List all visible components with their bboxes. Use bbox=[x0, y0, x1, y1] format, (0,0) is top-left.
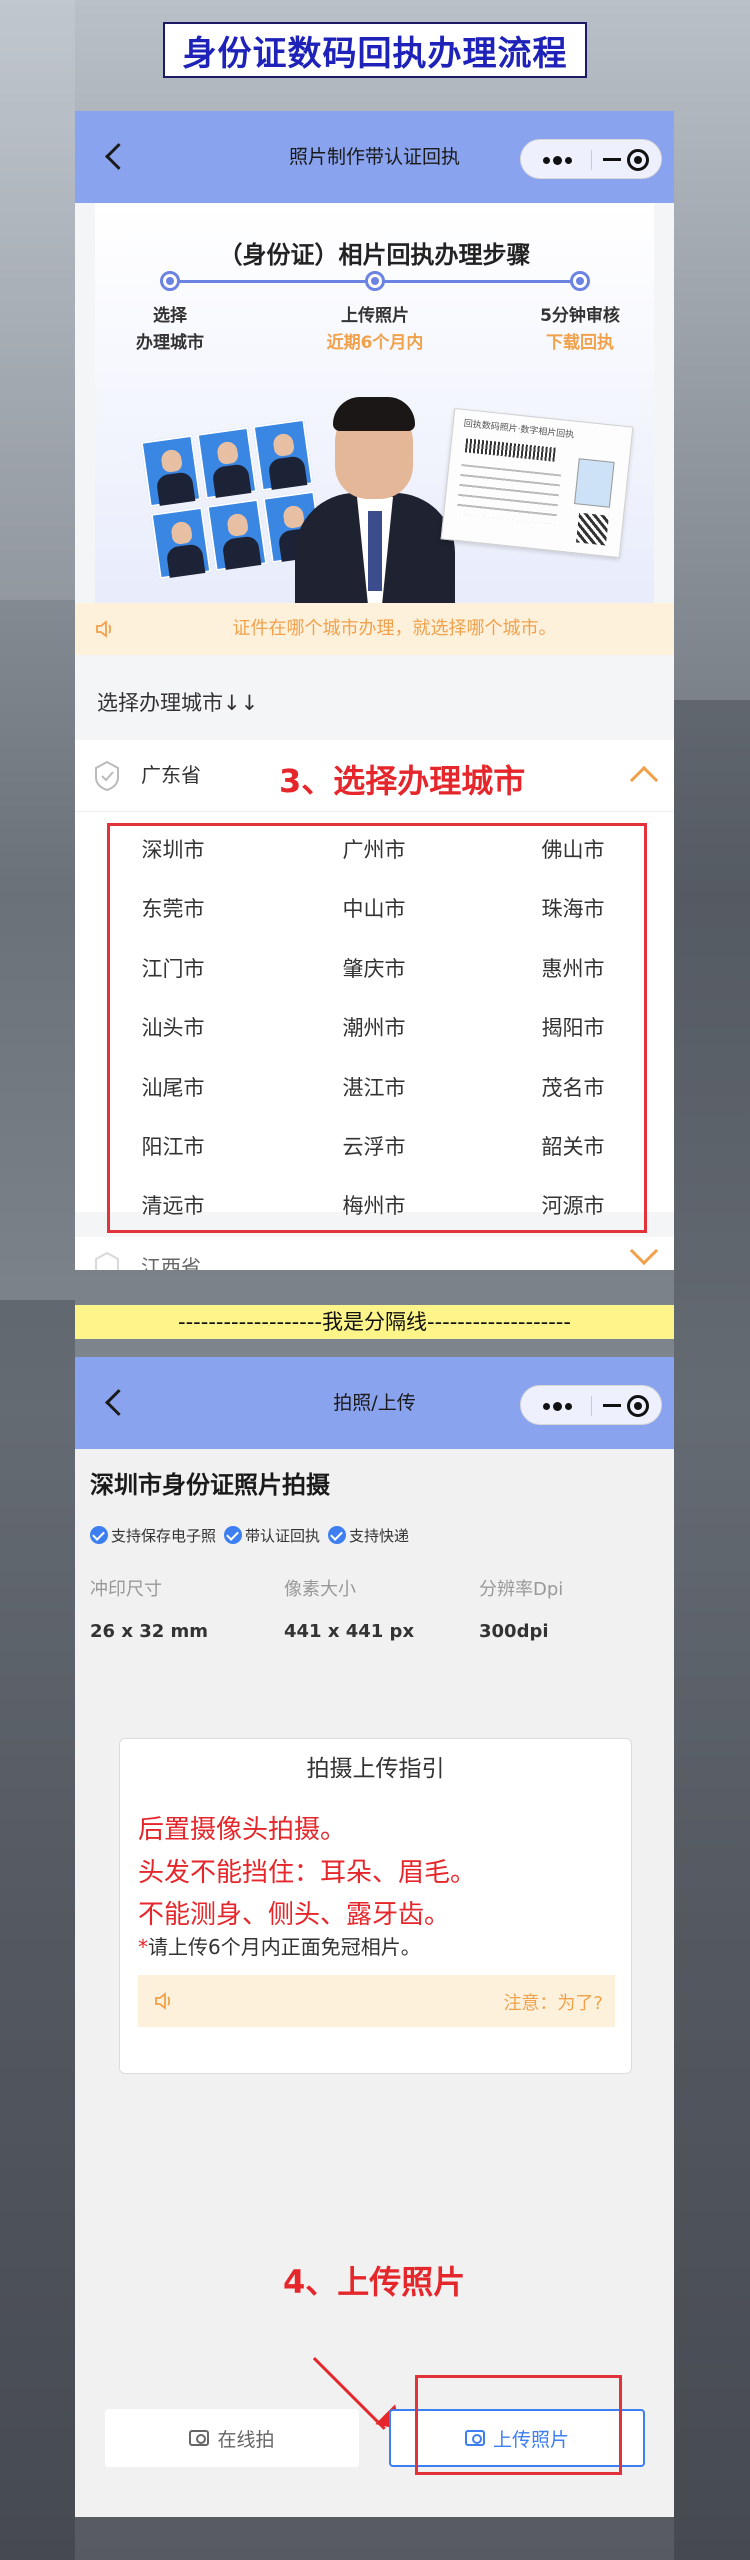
receipt-image: 回执数码照片·数字相片回执 bbox=[440, 407, 634, 559]
chevron-down-icon[interactable] bbox=[629, 1236, 659, 1266]
check-circle-icon bbox=[328, 1526, 347, 1544]
step-label: 选择 办理城市 bbox=[136, 306, 204, 353]
highlight-box-cities bbox=[107, 823, 647, 1233]
chevron-up-icon[interactable] bbox=[629, 765, 659, 795]
more-icon[interactable] bbox=[543, 1402, 572, 1411]
step-label: 5分钟审核 下载回执 bbox=[540, 306, 620, 353]
step-dot bbox=[160, 271, 180, 291]
page-title: 身份证数码回执办理流程 bbox=[163, 22, 587, 78]
minimize-icon[interactable] bbox=[603, 1404, 621, 1407]
guide-notice-text: 注意：为了? bbox=[503, 1993, 603, 2014]
guide-title: 拍摄上传指引 bbox=[306, 1756, 445, 1782]
guide-line: 头发不能挡住：耳朵、眉毛。 bbox=[138, 1858, 477, 1888]
minimize-icon[interactable] bbox=[603, 158, 621, 161]
nav-bar: 拍照/上传 bbox=[75, 1357, 674, 1449]
nav-bar: 照片制作带认证回执 bbox=[75, 111, 674, 203]
notice-text: 证件在哪个城市办理，就选择哪个城市。 bbox=[232, 618, 557, 639]
callout-step-4: 4、上传照片 bbox=[283, 2263, 466, 2301]
province-name: 广东省 bbox=[141, 763, 201, 787]
more-icon[interactable] bbox=[543, 156, 572, 165]
phone-screen-select-city: 照片制作带认证回执 （身份证）相片回执办理步骤 选择 办理城市 上传照片 近期6… bbox=[75, 111, 674, 1270]
steps-banner: （身份证）相片回执办理步骤 选择 办理城市 上传照片 近期6个月内 5分钟审核 … bbox=[95, 203, 654, 603]
sample-id-photos bbox=[140, 418, 324, 580]
phone-screen-upload: 拍照/上传 深圳市身份证照片拍摄 支持保存电子照 带认证回执 支持快递 冲印尺寸… bbox=[75, 1357, 674, 2517]
province-name: 江西省 bbox=[141, 1255, 201, 1270]
shield-check-icon bbox=[91, 1251, 123, 1270]
miniprogram-capsule bbox=[520, 139, 662, 179]
city-heading: 选择办理城市↓↓ bbox=[97, 691, 259, 715]
steps-title: （身份证）相片回执办理步骤 bbox=[218, 241, 531, 269]
shield-check-icon bbox=[91, 760, 123, 792]
guide-line: 不能测身、侧头、露牙齿。 bbox=[138, 1900, 451, 1930]
spec-pixel-size: 像素大小 441 x 441 px bbox=[284, 1579, 415, 1642]
background-mountain bbox=[0, 0, 75, 600]
photo-spec-title: 深圳市身份证照片拍摄 bbox=[90, 1471, 330, 1499]
close-target-icon[interactable] bbox=[627, 149, 649, 171]
check-circle-icon bbox=[90, 1526, 108, 1544]
close-target-icon[interactable] bbox=[627, 1395, 649, 1417]
step-dot bbox=[365, 271, 385, 291]
callout-step-3: 3、选择办理城市 bbox=[279, 762, 526, 800]
feature-badge: 支持快递 bbox=[328, 1523, 409, 1547]
background-building bbox=[674, 700, 750, 2560]
highlight-box-upload bbox=[415, 2375, 622, 2475]
shoot-online-button[interactable]: 在线拍 bbox=[105, 2409, 359, 2467]
spec-print-size: 冲印尺寸 26 x 32 mm bbox=[90, 1579, 209, 1642]
guide-notice-bar: 注意：为了? bbox=[138, 1975, 615, 2027]
camera-icon bbox=[189, 2430, 210, 2446]
miniprogram-capsule bbox=[520, 1385, 662, 1425]
divider-banner: -------------------我是分隔线----------------… bbox=[75, 1305, 674, 1339]
feature-badges: 支持保存电子照 带认证回执 支持快递 bbox=[90, 1523, 417, 1547]
speaker-icon bbox=[154, 1991, 174, 2011]
guide-line: 后置摄像头拍摄。 bbox=[138, 1815, 347, 1845]
guide-note: *请上传6个月内正面免冠相片。 bbox=[138, 1935, 421, 1959]
upload-guide-card: 拍摄上传指引 后置摄像头拍摄。 头发不能挡住：耳朵、眉毛。 不能测身、侧头、露牙… bbox=[119, 1738, 632, 2074]
step-label: 上传照片 近期6个月内 bbox=[326, 306, 424, 353]
step-dot bbox=[570, 271, 590, 291]
background-building bbox=[0, 1300, 75, 2560]
spec-dpi: 分辨率Dpi 300dpi bbox=[479, 1579, 564, 1642]
province-row-jiangxi[interactable]: 江西省 bbox=[75, 1236, 674, 1270]
feature-badge: 支持保存电子照 bbox=[90, 1523, 216, 1547]
feature-badge: 带认证回执 bbox=[224, 1523, 320, 1547]
check-circle-icon bbox=[224, 1526, 243, 1544]
portrait-image bbox=[295, 393, 455, 603]
notice-bar: 证件在哪个城市办理，就选择哪个城市。 bbox=[75, 603, 674, 655]
